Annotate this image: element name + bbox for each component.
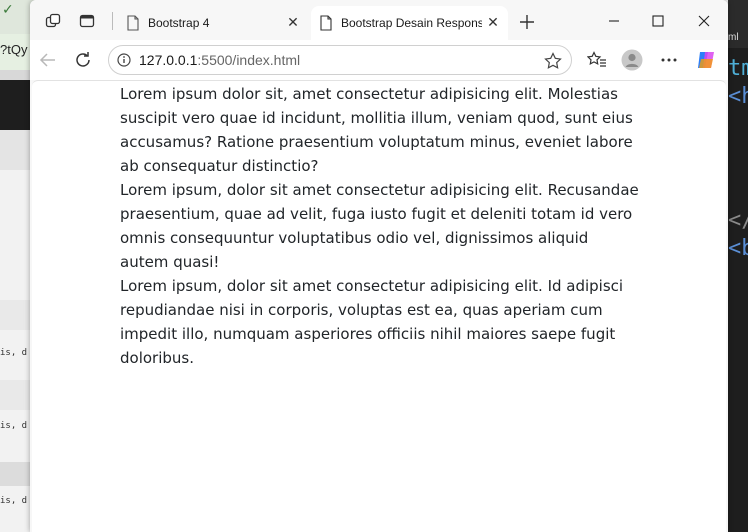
info-icon[interactable] [109,46,139,74]
vertical-tabs-icon[interactable] [76,10,98,32]
paragraph: Lorem ipsum, dolor sit amet consectetur … [120,277,624,367]
background-code-fragment: <b [728,236,748,261]
navigation-toolbar: 127.0.0.1:5500/index.html [30,40,728,80]
background-window-right: ml tm <h </ <b [728,0,748,532]
plus-icon[interactable] [514,10,540,34]
page-icon [319,15,333,31]
background-code-line: is, d [0,421,28,431]
url-path: :5500/index.html [197,52,301,68]
star-icon[interactable] [543,51,563,71]
favorites-icon[interactable] [585,48,609,72]
background-label: ml [728,32,739,43]
background-code-line: is, d [0,348,28,358]
check-icon: ✓ [2,2,14,18]
workspaces-icon[interactable] [42,10,64,32]
background-fragment: ?tQy [0,42,28,57]
tab-bar: Bootstrap 4 ✕ Bootstrap Desain Responsiv… [30,0,728,40]
close-icon[interactable]: ✕ [482,12,504,34]
url-host: 127.0.0.1 [139,52,198,68]
tab-title: Bootstrap 4 [148,16,210,30]
background-code-line: is, d [0,496,28,506]
paragraph: Lorem ipsum, dolor sit amet consectetur … [120,181,639,271]
tab-separator [112,12,113,30]
page-content: Lorem ipsum dolor sit, amet consectetur … [120,82,640,370]
tab-bootstrap-desain-responsive[interactable]: Bootstrap Desain Responsive ✕ [311,6,508,40]
maximize-icon[interactable] [636,8,680,34]
profile-icon[interactable] [620,48,644,72]
refresh-icon[interactable] [70,47,96,73]
more-icon[interactable] [657,48,681,72]
background-code-fragment: tm [728,56,748,81]
close-icon[interactable]: ✕ [282,12,304,34]
window-close-icon[interactable] [682,8,726,34]
paragraph: Lorem ipsum dolor sit, amet consectetur … [120,85,633,175]
tab-title: Bootstrap Desain Responsive [341,16,482,30]
back-arrow-icon[interactable] [35,47,61,73]
page-viewport: Lorem ipsum dolor sit, amet consectetur … [32,80,726,532]
background-code-fragment: <h [728,84,748,109]
tab-bootstrap-4[interactable]: Bootstrap 4 ✕ [118,6,308,40]
browser-window: Bootstrap 4 ✕ Bootstrap Desain Responsiv… [30,0,728,532]
background-code-fragment: </ [728,208,748,233]
page-icon [126,15,140,31]
address-bar[interactable]: 127.0.0.1:5500/index.html [108,45,572,75]
copilot-icon[interactable] [694,48,718,72]
minimize-icon[interactable] [592,8,636,34]
